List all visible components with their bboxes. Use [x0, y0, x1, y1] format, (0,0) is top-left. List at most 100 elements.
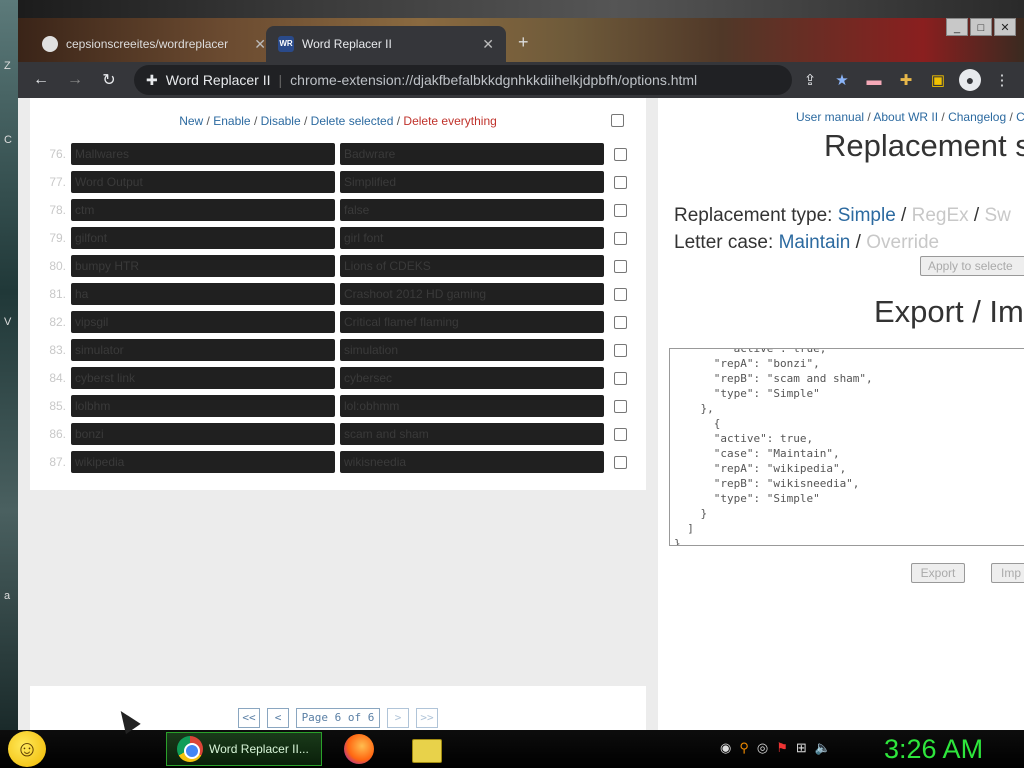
rule-checkbox[interactable]: [614, 371, 627, 385]
puzzle-icon[interactable]: ✚: [892, 66, 920, 94]
next-page-button[interactable]: >: [387, 708, 409, 728]
find-field[interactable]: cyberst link: [71, 367, 335, 389]
star-icon[interactable]: ★: [828, 66, 856, 94]
last-page-button[interactable]: >>: [416, 708, 438, 728]
list-actions: New / Enable / Disable / Delete selected…: [30, 102, 646, 140]
replace-field[interactable]: Simplified: [340, 171, 604, 193]
json-textarea[interactable]: "active": true, "repA": "bonzi", "repB":…: [669, 348, 1024, 546]
rule-checkbox[interactable]: [614, 287, 627, 301]
minimize-button[interactable]: _: [946, 18, 968, 36]
simple-option[interactable]: Simple: [838, 205, 896, 226]
rule-checkbox[interactable]: [614, 315, 627, 329]
import-button[interactable]: Imp: [991, 563, 1024, 583]
rule-number: 78.: [49, 203, 66, 217]
desktop-left-strip: Z C V a: [0, 0, 18, 730]
find-field[interactable]: gilfont: [71, 227, 335, 249]
close-window-button[interactable]: ✕: [994, 18, 1016, 36]
replace-field[interactable]: simulation: [340, 339, 604, 361]
regex-option[interactable]: RegEx: [912, 205, 969, 226]
find-field[interactable]: lolbhm: [71, 395, 335, 417]
delete-selected-link[interactable]: Delete selected: [311, 114, 394, 128]
tab-wordreplacer-site[interactable]: cepsionscreeites/wordreplacer ✕: [30, 26, 278, 62]
more-link[interactable]: C: [1016, 110, 1024, 124]
replace-field[interactable]: Badwrare: [340, 143, 604, 165]
find-field[interactable]: ctm: [71, 199, 335, 221]
replace-field[interactable]: Lions of CDEKS: [340, 255, 604, 277]
json-content: "active": true, "repA": "bonzi", "repB":…: [674, 348, 873, 546]
maximize-button[interactable]: □: [970, 18, 992, 36]
sidepanel-icon[interactable]: ▣: [924, 66, 952, 94]
user-manual-link[interactable]: User manual: [796, 110, 864, 124]
rule-checkbox[interactable]: [614, 399, 627, 413]
delete-everything-link[interactable]: Delete everything: [403, 114, 496, 128]
new-link[interactable]: New: [179, 114, 203, 128]
rule-checkbox[interactable]: [614, 203, 627, 217]
replace-field[interactable]: lol:obhmm: [340, 395, 604, 417]
close-icon[interactable]: ✕: [482, 36, 494, 53]
separator: /: [1006, 110, 1017, 124]
first-page-button[interactable]: <<: [238, 708, 260, 728]
reload-button[interactable]: ↻: [94, 65, 124, 95]
separator: /: [895, 205, 912, 226]
menu-icon[interactable]: ⋮: [988, 66, 1016, 94]
folder-icon[interactable]: [410, 735, 442, 763]
disk-icon[interactable]: ◎: [757, 740, 768, 756]
network-icon[interactable]: ⊞: [796, 740, 807, 756]
rule-checkbox[interactable]: [614, 231, 627, 245]
forward-button[interactable]: →: [60, 65, 90, 95]
find-field[interactable]: Word Output: [71, 171, 335, 193]
replace-field[interactable]: Crashoot 2012 HD gaming: [340, 283, 604, 305]
about-link[interactable]: About WR II: [873, 110, 938, 124]
prev-page-button[interactable]: <: [267, 708, 289, 728]
cd-icon[interactable]: ◉: [720, 740, 731, 756]
account-icon[interactable]: ●: [956, 66, 984, 94]
desktop-label: Z: [4, 60, 11, 72]
share-icon[interactable]: ⇪: [796, 66, 824, 94]
close-icon[interactable]: ✕: [254, 36, 266, 53]
address-bar[interactable]: ✚ Word Replacer II | chrome-extension://…: [134, 65, 792, 95]
volume-icon[interactable]: 🔈: [815, 740, 831, 756]
apply-to-selected-button[interactable]: Apply to selecte: [920, 256, 1024, 276]
select-all-checkbox[interactable]: [611, 114, 624, 127]
rule-checkbox[interactable]: [614, 343, 627, 357]
replacement-type-line: Replacement type: Simple / RegEx / Sw: [674, 205, 1011, 227]
firefox-icon[interactable]: [344, 734, 374, 764]
search-icon[interactable]: ⚲: [739, 740, 749, 756]
changelog-link[interactable]: Changelog: [948, 110, 1006, 124]
rule-checkbox[interactable]: [614, 455, 627, 469]
taskbar-item-label: Word Replacer II...: [209, 742, 309, 756]
replace-field[interactable]: cybersec: [340, 367, 604, 389]
override-option[interactable]: Override: [866, 232, 939, 253]
new-tab-button[interactable]: +: [518, 32, 529, 53]
find-field[interactable]: wikipedia: [71, 451, 335, 473]
replace-field[interactable]: girl font: [340, 227, 604, 249]
tab-title: Word Replacer II: [302, 37, 392, 51]
replace-field[interactable]: Critical flamef flaming: [340, 311, 604, 333]
rule-checkbox[interactable]: [614, 259, 627, 273]
replace-field[interactable]: scam and sham: [340, 423, 604, 445]
find-field[interactable]: ha: [71, 283, 335, 305]
rule-checkbox[interactable]: [614, 147, 627, 161]
taskbar-chrome-item[interactable]: Word Replacer II...: [166, 732, 322, 766]
separator: /: [300, 114, 311, 128]
tab-word-replacer[interactable]: WR Word Replacer II ✕: [266, 26, 506, 62]
find-field[interactable]: simulator: [71, 339, 335, 361]
find-field[interactable]: Mallwares: [71, 143, 335, 165]
find-field[interactable]: bonzi: [71, 423, 335, 445]
url-text[interactable]: chrome-extension://djakfbefalbkkdgnhkkdi…: [290, 72, 697, 88]
flag-icon[interactable]: ▬: [860, 66, 888, 94]
rule-checkbox[interactable]: [614, 175, 627, 189]
back-button[interactable]: ←: [26, 65, 56, 95]
flag-icon[interactable]: ⚑: [776, 740, 788, 756]
find-field[interactable]: bumpy HTR: [71, 255, 335, 277]
swap-option[interactable]: Sw: [985, 205, 1011, 226]
export-button[interactable]: Export: [911, 563, 965, 583]
find-field[interactable]: vipsgil: [71, 311, 335, 333]
start-button[interactable]: ☺: [8, 731, 46, 767]
replace-field[interactable]: false: [340, 199, 604, 221]
enable-link[interactable]: Enable: [213, 114, 250, 128]
rule-checkbox[interactable]: [614, 427, 627, 441]
replace-field[interactable]: wikisneedia: [340, 451, 604, 473]
disable-link[interactable]: Disable: [261, 114, 301, 128]
maintain-option[interactable]: Maintain: [779, 232, 851, 253]
